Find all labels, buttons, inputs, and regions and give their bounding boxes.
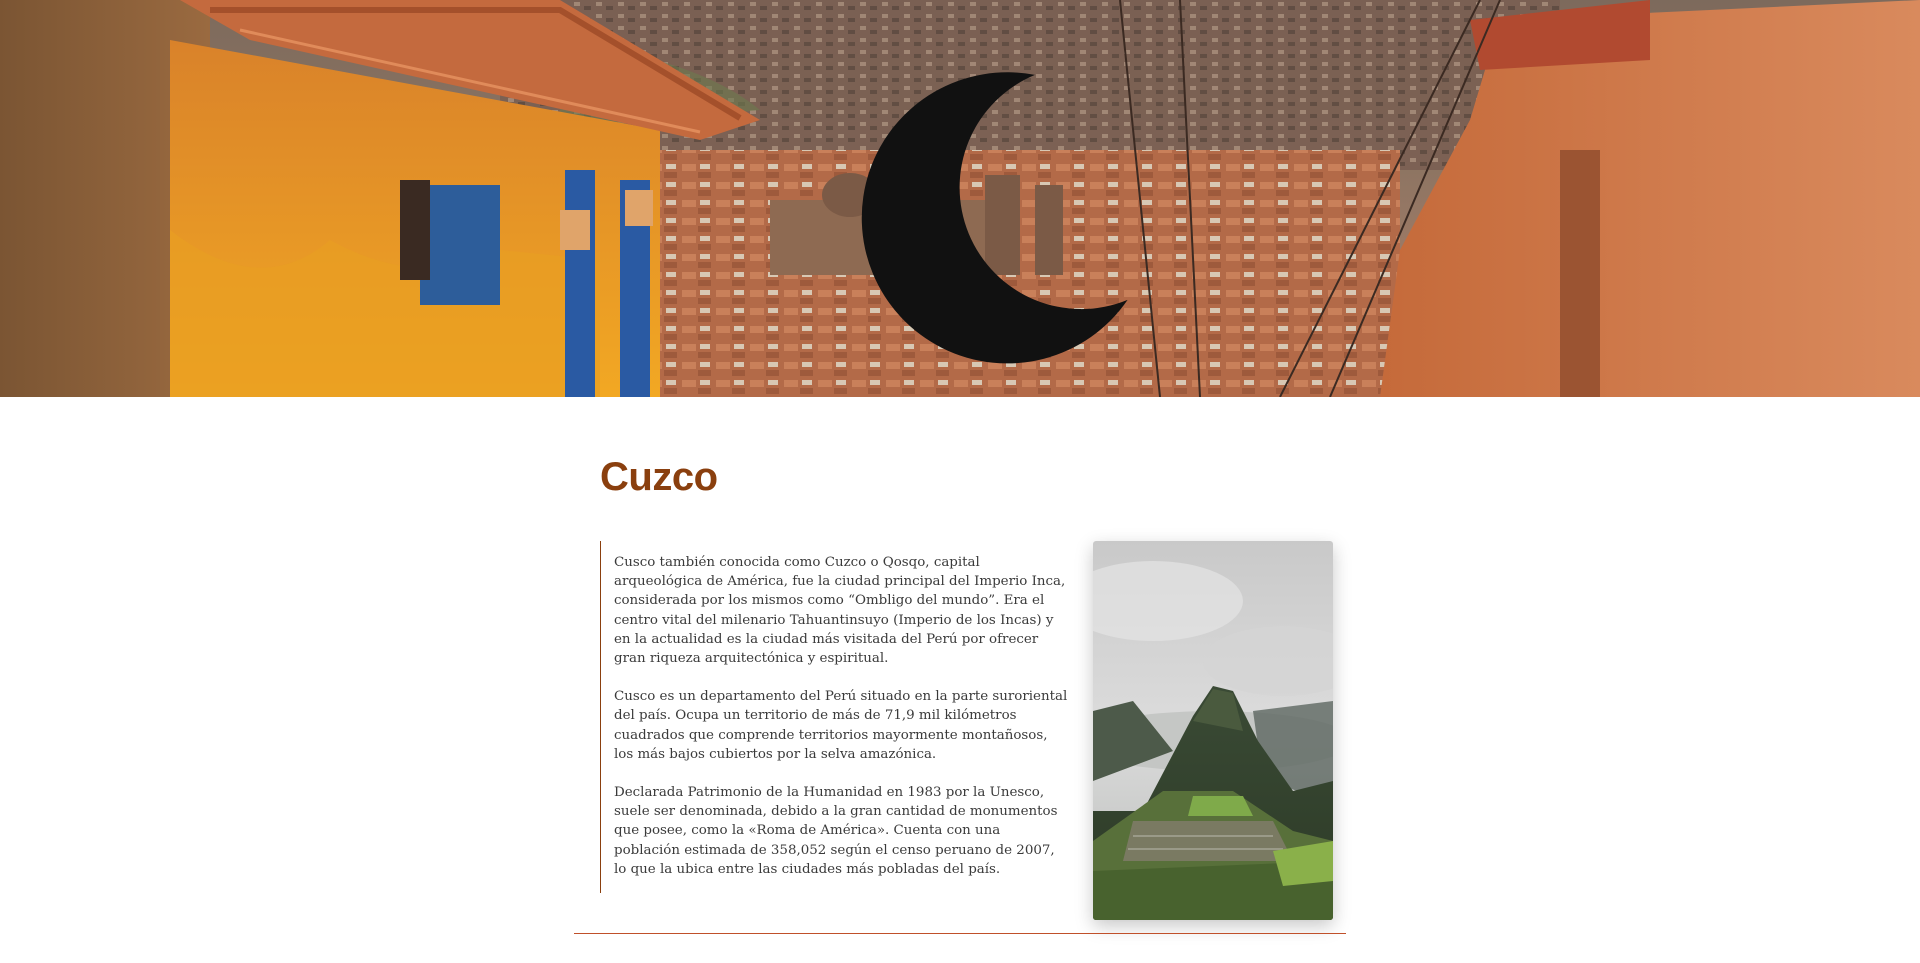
paragraph: Cusco también conocida como Cuzco o Qosq… bbox=[614, 555, 1066, 667]
article-text: Cusco también conocida como Cuzco o Qosq… bbox=[600, 541, 1067, 893]
page-title: Cuzco bbox=[600, 455, 718, 499]
section-divider bbox=[574, 933, 1346, 934]
hero-banner bbox=[0, 0, 1920, 397]
theme-toggle-button[interactable] bbox=[22, 22, 1128, 364]
moon-icon bbox=[861, 72, 1128, 364]
paragraph: Cusco es un departamento del Perú situad… bbox=[614, 689, 1068, 762]
paragraph: Declarada Patrimonio de la Humanidad en … bbox=[614, 785, 1058, 877]
machu-picchu-image bbox=[1093, 541, 1333, 920]
